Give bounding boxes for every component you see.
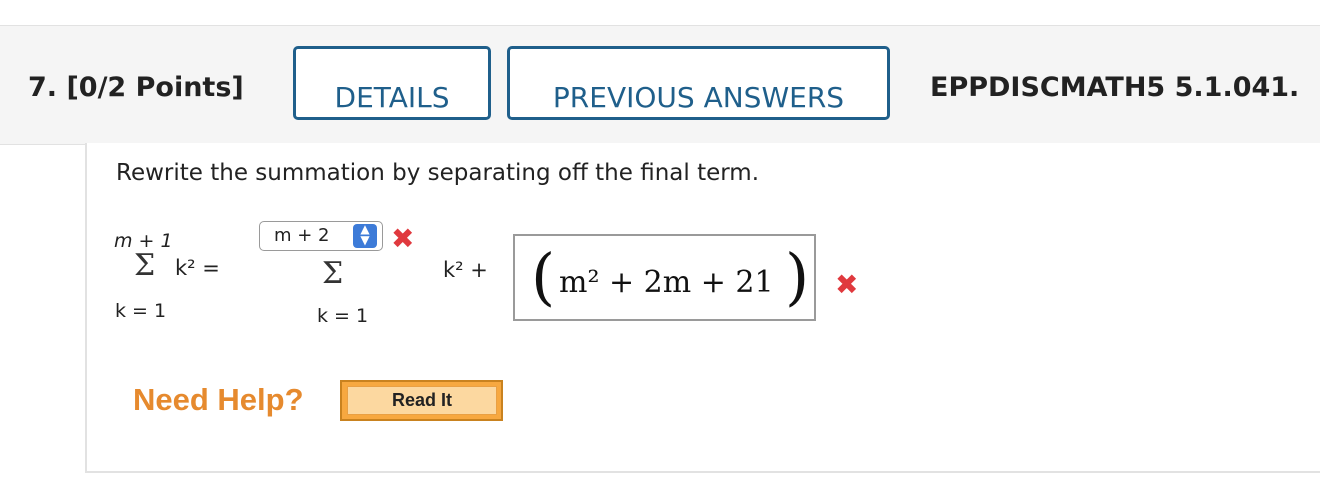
- question-label: 7. [0/2 Points]: [28, 72, 244, 103]
- details-button[interactable]: DETAILS: [293, 46, 491, 120]
- read-it-label: Read It: [347, 386, 497, 415]
- right-sigma-symbol: Σ: [322, 256, 344, 291]
- up-down-chevron-icon: ▲ ▼: [353, 223, 377, 248]
- upper-limit-select-value: m + 2: [274, 225, 330, 246]
- question-reference: EPPDISCMATH5 5.1.041.: [930, 72, 1300, 103]
- previous-answers-button[interactable]: PREVIOUS ANSWERS: [507, 46, 890, 120]
- answer-expression: m² + 2m + 21: [559, 265, 774, 300]
- question-instruction: Rewrite the summation by separating off …: [116, 160, 760, 186]
- need-help-label: Need Help?: [133, 382, 304, 417]
- left-sum-lower-limit: k = 1: [115, 300, 167, 322]
- left-paren: (: [531, 240, 556, 313]
- right-sum-term: k² +: [443, 258, 488, 282]
- upper-limit-select[interactable]: m + 2 ▲ ▼: [259, 221, 383, 251]
- x-mark-icon: ✖: [835, 268, 859, 301]
- left-sum-term: k² =: [175, 256, 220, 280]
- read-it-button[interactable]: Read It: [340, 380, 503, 421]
- left-sigma-symbol: Σ: [134, 248, 156, 283]
- x-mark-icon: ✖: [391, 222, 415, 255]
- answer-input[interactable]: ( m² + 2m + 21 ): [513, 234, 816, 321]
- right-sum-lower-limit: k = 1: [317, 305, 369, 327]
- right-paren: ): [785, 240, 810, 313]
